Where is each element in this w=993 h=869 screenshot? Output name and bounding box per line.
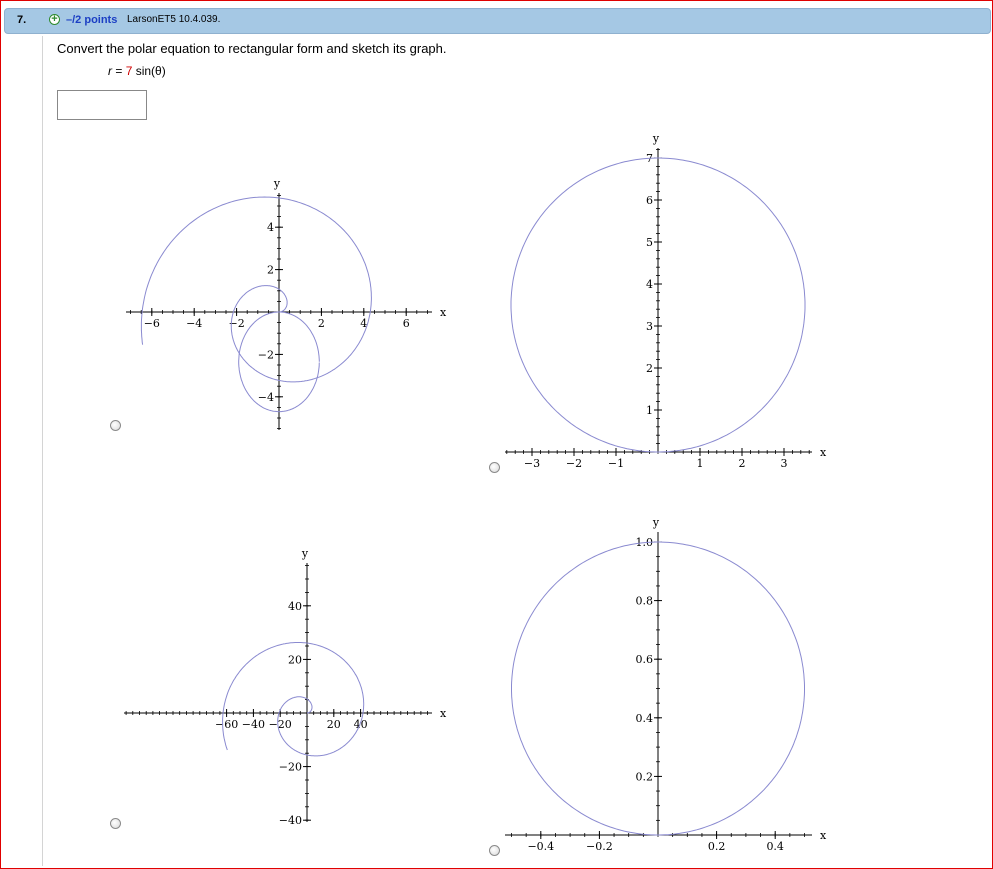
radio-option-3[interactable]	[110, 818, 121, 829]
y-tick-label: 4	[267, 221, 274, 234]
radio-option-1[interactable]	[110, 420, 121, 431]
graph-option-3: −60 −40 −20 20 40 −40 −20 20 40 x y	[124, 547, 447, 827]
x-axis-label: x	[820, 829, 827, 842]
curve	[140, 196, 372, 383]
x-tick-label: −20	[269, 718, 292, 731]
x-tick-label: −0.4	[527, 840, 554, 853]
x-axis-label: x	[820, 446, 827, 459]
x-tick-label: 6	[403, 317, 410, 330]
y-tick-label: 2	[267, 264, 274, 277]
x-tick-label: 1	[697, 457, 704, 470]
y-tick-label: 6	[646, 194, 653, 207]
graph-option-4: −0.4 −0.2 0.2 0.40.20.40.60.81.0xy	[505, 516, 827, 853]
graph-canvas: −6 −4 −2 2 4 6−4−224xy −3 −2 −1 1 2 31234567xy −60…	[124, 132, 827, 853]
x-tick-label: −4	[186, 317, 202, 330]
x-axis-label: x	[440, 306, 447, 319]
x-tick-label: −6	[144, 317, 160, 330]
x-tick-label: −3	[524, 457, 540, 470]
graph-option-1: −6 −4 −2 2 4 6−4−224xy	[126, 177, 447, 430]
x-tick-label: −1	[608, 457, 624, 470]
x-tick-label: −2	[566, 457, 582, 470]
y-tick-label: −20	[279, 761, 302, 774]
y-tick-label: 2	[646, 362, 653, 375]
y-tick-label: 0.6	[636, 653, 654, 666]
y-tick-label: 0.4	[636, 712, 654, 725]
radio-option-4[interactable]	[489, 845, 500, 856]
y-tick-label: 0.8	[636, 595, 654, 608]
radio-option-2[interactable]	[489, 462, 500, 473]
y-axis-label: y	[652, 516, 660, 529]
y-tick-label: −40	[279, 814, 302, 827]
y-axis-label: y	[301, 547, 309, 560]
y-tick-label: 0.2	[636, 770, 654, 783]
x-tick-label: 2	[739, 457, 746, 470]
x-tick-label: 3	[781, 457, 788, 470]
graph-option-2: −3 −2 −1 1 2 31234567xy	[505, 132, 827, 470]
x-tick-label: −40	[242, 718, 265, 731]
y-tick-label: 5	[646, 236, 653, 249]
y-axis-label: y	[273, 177, 281, 190]
x-tick-label: 0.2	[708, 840, 726, 853]
y-tick-label: −4	[258, 391, 274, 404]
x-tick-label: 40	[354, 718, 368, 731]
x-tick-label: −60	[215, 718, 238, 731]
y-tick-label: 4	[646, 278, 653, 291]
y-tick-label: 3	[646, 320, 653, 333]
y-tick-label: 1	[646, 404, 653, 417]
y-tick-label: 40	[288, 600, 302, 613]
x-tick-label: 0.4	[766, 840, 784, 853]
x-tick-label: 2	[318, 317, 325, 330]
y-tick-label: 20	[288, 653, 302, 666]
x-axis-label: x	[440, 707, 447, 720]
y-axis-label: y	[652, 132, 660, 145]
x-tick-label: −0.2	[586, 840, 613, 853]
y-tick-label: −2	[258, 348, 274, 361]
x-tick-label: 20	[327, 718, 341, 731]
